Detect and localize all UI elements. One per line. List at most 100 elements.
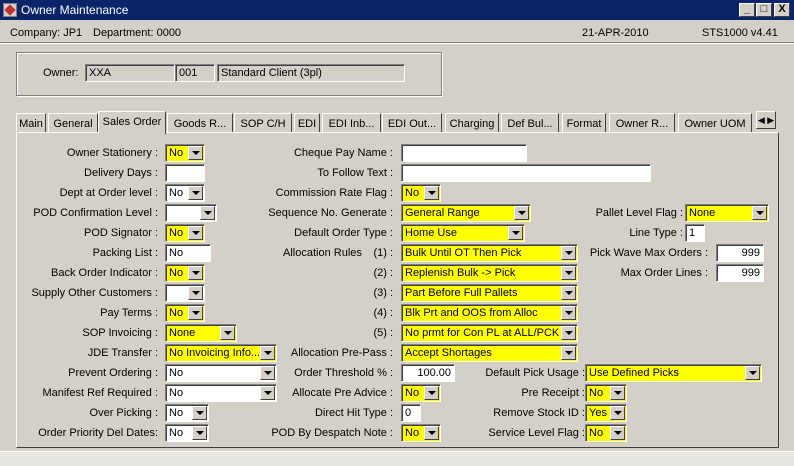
chevron-down-icon	[561, 306, 576, 320]
chevron-down-icon	[561, 326, 576, 340]
tab-charging[interactable]: Charging	[445, 113, 499, 133]
tab-edi-outbound[interactable]: EDI Out...	[382, 113, 442, 133]
minimize-button[interactable]: _	[739, 3, 755, 17]
sop-invoicing-label: SOP Invoicing :	[82, 327, 158, 339]
remove-stock-id-select[interactable]: Yes	[585, 404, 627, 422]
jde-transfer-label: JDE Transfer :	[87, 347, 158, 359]
tab-main[interactable]: Main	[16, 113, 46, 133]
pod-signator-label: POD Signator :	[84, 227, 158, 239]
close-button[interactable]: X	[774, 3, 790, 17]
order-priority-del-dates-label: Order Priority Del Dates:	[38, 427, 158, 439]
allocation-rule-2-num: (2) :	[373, 267, 393, 279]
manifest-ref-required-label: Manifest Ref Required :	[42, 387, 158, 399]
order-threshold-label: Order Threshold % :	[294, 367, 393, 379]
order-threshold-field[interactable]: 100.00	[401, 364, 455, 382]
pallet-level-flag-select[interactable]: None	[685, 204, 769, 222]
allocation-rule-1-select[interactable]: Bulk Until OT Then Pick	[401, 244, 578, 262]
commission-rate-flag-select[interactable]: No	[401, 184, 441, 202]
chevron-down-icon	[745, 366, 760, 380]
pick-wave-max-orders-label: Pick Wave Max Orders :	[589, 247, 708, 259]
allocation-rule-3-select[interactable]: Part Before Full Pallets	[401, 284, 578, 302]
cheque-pay-name-field[interactable]	[401, 144, 527, 162]
chevron-down-icon	[561, 286, 576, 300]
chevron-down-icon	[188, 266, 203, 280]
chevron-down-icon	[188, 306, 203, 320]
jde-transfer-select[interactable]: No Invoicing Info...	[165, 344, 277, 362]
pallet-level-flag-label: Pallet Level Flag :	[595, 207, 683, 219]
over-picking-label: Over Picking :	[89, 407, 158, 419]
direct-hit-type-label: Direct Hit Type :	[314, 407, 393, 419]
allocate-pre-advice-select[interactable]: No	[401, 384, 441, 402]
line-type-field[interactable]: 1	[685, 224, 705, 242]
chevron-down-icon	[424, 426, 439, 440]
tab-format[interactable]: Format	[562, 113, 606, 133]
chevron-down-icon	[424, 186, 439, 200]
tab-owner-r[interactable]: Owner R...	[609, 113, 675, 133]
tab-scroll-arrows[interactable]: ◀ ▶	[756, 111, 776, 129]
status-bar: Company: JP1 Department: 0000 21-APR-201…	[0, 21, 794, 43]
pay-terms-select[interactable]: No	[165, 304, 205, 322]
tab-general[interactable]: General	[48, 113, 98, 133]
tab-sop-ch[interactable]: SOP C/H	[234, 113, 292, 133]
department-text: Department: 0000	[93, 27, 182, 39]
allocation-rule-5-select[interactable]: No prmt for Con PL at ALL/PCK	[401, 324, 578, 342]
maximize-button[interactable]: □	[756, 3, 772, 17]
chevron-down-icon	[220, 326, 235, 340]
chevron-down-icon	[610, 386, 625, 400]
packing-list-label: Packing List :	[92, 247, 158, 259]
sales-order-panel: Owner Stationery : No Delivery Days : De…	[16, 132, 779, 448]
pod-by-despatch-note-select[interactable]: No	[401, 424, 441, 442]
pod-confirmation-level-select[interactable]	[165, 204, 217, 222]
default-pick-usage-select[interactable]: Use Defined Picks	[585, 364, 762, 382]
delivery-days-label: Delivery Days :	[84, 167, 158, 179]
order-priority-del-dates-select[interactable]: No	[165, 424, 209, 442]
dept-order-level-select[interactable]: No	[165, 184, 205, 202]
service-level-flag-label: Service Level Flag :	[488, 427, 585, 439]
back-order-indicator-select[interactable]: No	[165, 264, 205, 282]
tab-edi-inbound[interactable]: EDI Inb...	[322, 113, 381, 133]
max-order-lines-field[interactable]: 999	[716, 264, 764, 282]
cheque-pay-name-label: Cheque Pay Name :	[293, 147, 393, 159]
manifest-ref-required-select[interactable]: No	[165, 384, 277, 402]
packing-list-field[interactable]: No	[165, 244, 211, 262]
owner-name-field: Standard Client (3pl)	[217, 64, 405, 82]
delivery-days-field[interactable]	[165, 164, 205, 182]
pre-receipt-label: Pre Receipt :	[521, 387, 585, 399]
default-order-type-label: Default Order Type :	[294, 227, 393, 239]
chevron-down-icon	[508, 226, 523, 240]
default-pick-usage-label: Default Pick Usage :	[485, 367, 585, 379]
allocation-rule-4-select[interactable]: Blk Prt and OOS from Alloc	[401, 304, 578, 322]
service-level-flag-select[interactable]: No	[585, 424, 627, 442]
pre-receipt-select[interactable]: No	[585, 384, 627, 402]
sequence-no-generate-select[interactable]: General Range	[401, 204, 531, 222]
supply-other-customers-select[interactable]	[165, 284, 205, 302]
owner-code-field: XXA	[85, 64, 175, 82]
pay-terms-label: Pay Terms :	[100, 307, 158, 319]
chevron-down-icon	[188, 286, 203, 300]
prevent-ordering-label: Prevent Ordering :	[68, 367, 158, 379]
tab-def-bulk[interactable]: Def Bul...	[501, 113, 559, 133]
prevent-ordering-select[interactable]: No	[165, 364, 277, 382]
pod-signator-select[interactable]: No	[165, 224, 205, 242]
owner-number-field: 001	[175, 64, 215, 82]
chevron-down-icon	[610, 406, 625, 420]
tab-strip: Main General Sales Order Goods R... SOP …	[16, 111, 780, 134]
tab-goods-receipt[interactable]: Goods R...	[167, 113, 233, 133]
pod-confirmation-level-label: POD Confirmation Level :	[33, 207, 158, 219]
allocation-pre-pass-select[interactable]: Accept Shortages	[401, 344, 578, 362]
tab-sales-order[interactable]: Sales Order	[98, 111, 166, 134]
pick-wave-max-orders-field[interactable]: 999	[716, 244, 764, 262]
allocation-rule-2-select[interactable]: Replenish Bulk -> Pick	[401, 264, 578, 282]
owner-stationery-select[interactable]: No	[165, 144, 205, 162]
direct-hit-type-field[interactable]: 0	[401, 404, 421, 422]
horizontal-scrollbar[interactable]	[0, 451, 794, 466]
tab-edi[interactable]: EDI	[294, 113, 320, 133]
version-text: STS1000 v4.41	[702, 27, 778, 39]
over-picking-select[interactable]: No	[165, 404, 209, 422]
sop-invoicing-select[interactable]: None	[165, 324, 237, 342]
separator	[0, 42, 794, 44]
default-order-type-select[interactable]: Home Use	[401, 224, 525, 242]
chevron-down-icon	[188, 146, 203, 160]
to-follow-text-field[interactable]	[401, 164, 651, 182]
tab-owner-uom[interactable]: Owner UOM	[678, 113, 752, 133]
